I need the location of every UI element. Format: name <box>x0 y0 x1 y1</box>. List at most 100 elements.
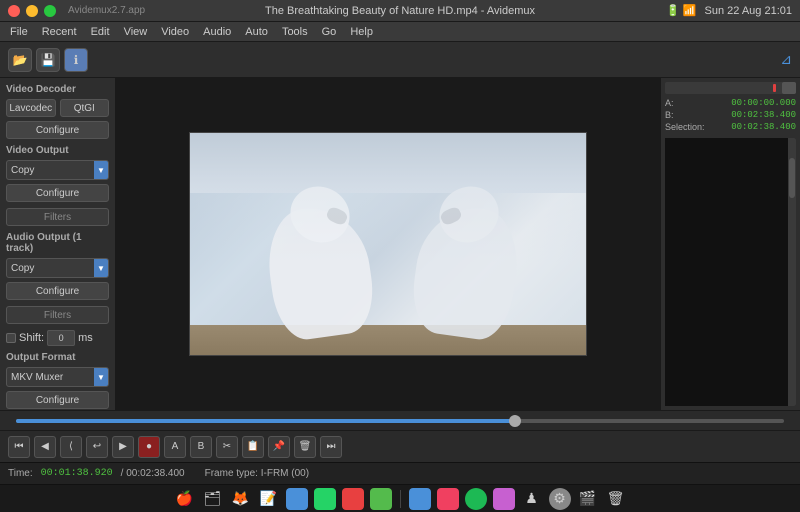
grass <box>190 325 586 355</box>
left-panel: Video Decoder Lavcodec QtGI Configure Vi… <box>0 78 116 410</box>
btn-step-back[interactable]: ⟨ <box>60 436 82 458</box>
dock-podcasts[interactable] <box>493 488 515 510</box>
title-bar: Avidemux2.7.app The Breathtaking Beauty … <box>0 0 800 22</box>
video-output-arrow[interactable]: ▼ <box>94 161 108 179</box>
right-panel: A: 00:00:00.000 B: 00:02:38.400 Selectio… <box>660 78 800 410</box>
dock-music[interactable] <box>437 488 459 510</box>
btn-go-start[interactable]: ⏮ <box>8 436 30 458</box>
filters-video-btn[interactable]: Filters <box>6 208 109 226</box>
menu-tools[interactable]: Tools <box>276 24 314 40</box>
minimize-button[interactable] <box>26 5 38 17</box>
toolbar-save[interactable]: 💾 <box>36 48 60 72</box>
btn-copy[interactable]: 📋 <box>242 436 264 458</box>
time-label: Time: <box>8 468 33 479</box>
progress-thumb[interactable] <box>509 415 521 427</box>
filter-icon[interactable]: ⊿ <box>780 51 792 68</box>
dock-finder[interactable]: 🍎 <box>174 488 196 510</box>
dock-notes[interactable] <box>286 488 308 510</box>
ms-label: ms <box>78 332 93 344</box>
shift-input[interactable] <box>47 330 75 346</box>
dock-mail[interactable] <box>409 488 431 510</box>
menu-bar: File Recent Edit View Video Audio Auto T… <box>0 22 800 42</box>
window-controls: Avidemux2.7.app <box>8 5 145 17</box>
preview-black <box>665 138 788 406</box>
menu-help[interactable]: Help <box>344 24 379 40</box>
menu-bar-right: 🔋 📶 Sun 22 Aug 21:01 <box>666 4 792 17</box>
timecode-sel-row: Selection: 00:02:38.400 <box>665 122 796 132</box>
configure-output-btn[interactable]: Configure <box>6 391 109 409</box>
app-name: Avidemux2.7.app <box>68 5 145 16</box>
menu-view[interactable]: View <box>118 24 154 40</box>
dock-chess[interactable]: ♟ <box>521 488 543 510</box>
codec-row: Lavcodec QtGI <box>6 99 109 117</box>
menu-audio[interactable]: Audio <box>197 24 237 40</box>
toolbar-open[interactable]: 📂 <box>8 48 32 72</box>
btn-prev-frame[interactable]: ◀ <box>34 436 56 458</box>
shift-checkbox[interactable] <box>6 333 16 343</box>
btn-cut[interactable]: ✂ <box>216 436 238 458</box>
dock-spotify[interactable] <box>465 488 487 510</box>
dock-trash[interactable]: 🗑 <box>605 488 627 510</box>
progress-fill <box>16 419 515 423</box>
output-format-arrow[interactable]: ▼ <box>94 368 108 386</box>
black-preview <box>665 138 796 406</box>
sel-value: 00:02:38.400 <box>731 122 796 132</box>
dock-files[interactable]: 🗂 <box>202 488 224 510</box>
timeline-scrollbar[interactable] <box>782 82 796 94</box>
btn-record[interactable]: ● <box>138 436 160 458</box>
btn-play[interactable]: ▶ <box>112 436 134 458</box>
btn-mark-b[interactable]: B <box>190 436 212 458</box>
sel-label: Selection: <box>665 122 705 132</box>
configure-video-btn[interactable]: Configure <box>6 184 109 202</box>
mini-timeline[interactable] <box>665 82 796 94</box>
dock-settings[interactable]: ⚙ <box>549 488 571 510</box>
menu-go[interactable]: Go <box>316 24 343 40</box>
video-output-label: Video Output <box>6 145 109 156</box>
scrollbar-thumb[interactable] <box>789 158 795 198</box>
output-format-value: MKV Muxer <box>11 372 104 383</box>
dock-books[interactable] <box>342 488 364 510</box>
dock-editor[interactable]: 📝 <box>258 488 280 510</box>
toolbar-info[interactable]: ℹ <box>64 48 88 72</box>
timeline-area <box>0 410 800 430</box>
audio-output-arrow[interactable]: ▼ <box>94 259 108 277</box>
video-output-dropdown[interactable]: Copy ▼ <box>6 160 109 180</box>
video-frame <box>189 132 587 356</box>
filters-audio-btn[interactable]: Filters <box>6 306 109 324</box>
configure-decoder-btn[interactable]: Configure <box>6 121 109 139</box>
btn-mark-a[interactable]: A <box>164 436 186 458</box>
video-decoder-label: Video Decoder <box>6 84 109 95</box>
qtgi-btn[interactable]: QtGI <box>60 99 110 117</box>
dock-separator <box>400 490 401 508</box>
close-button[interactable] <box>8 5 20 17</box>
configure-audio-btn[interactable]: Configure <box>6 282 109 300</box>
b-label: B: <box>665 110 674 120</box>
menu-edit[interactable]: Edit <box>85 24 116 40</box>
video-preview <box>190 133 586 355</box>
menu-video[interactable]: Video <box>155 24 195 40</box>
btn-go-end[interactable]: ⏭ <box>320 436 342 458</box>
a-label: A: <box>665 98 674 108</box>
main-layout: Video Decoder Lavcodec QtGI Configure Vi… <box>0 78 800 410</box>
bear-right <box>411 187 521 337</box>
menu-file[interactable]: File <box>4 24 34 40</box>
btn-play-back[interactable]: ↩ <box>86 436 108 458</box>
btn-delete[interactable]: 🗑 <box>294 436 316 458</box>
maximize-button[interactable] <box>44 5 56 17</box>
btn-paste[interactable]: 📌 <box>268 436 290 458</box>
toolbar: 📂 💾 ℹ ⊿ <box>0 42 800 78</box>
video-output-value: Copy <box>11 165 104 176</box>
progress-track[interactable] <box>16 419 784 423</box>
frame-type: Frame type: I-FRM (00) <box>205 468 309 479</box>
dock-whatsapp[interactable] <box>314 488 336 510</box>
lavcodec-btn[interactable]: Lavcodec <box>6 99 56 117</box>
right-scrollbar[interactable] <box>788 138 796 406</box>
dock-video[interactable]: 🎬 <box>577 488 599 510</box>
menu-auto[interactable]: Auto <box>239 24 274 40</box>
audio-output-dropdown[interactable]: Copy ▼ <box>6 258 109 278</box>
dock-evernote[interactable] <box>370 488 392 510</box>
output-format-dropdown[interactable]: MKV Muxer ▼ <box>6 367 109 387</box>
dock-firefox[interactable]: 🦊 <box>230 488 252 510</box>
menu-recent[interactable]: Recent <box>36 24 83 40</box>
a-value: 00:00:00.000 <box>731 98 796 108</box>
